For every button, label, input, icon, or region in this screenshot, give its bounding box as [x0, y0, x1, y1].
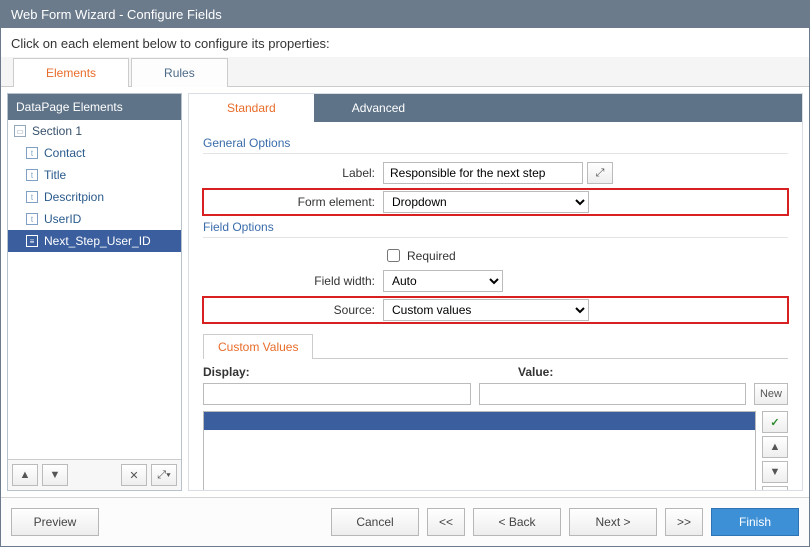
row-label: Label: ⤢: [203, 162, 788, 184]
insert-icon: ⤢▾: [157, 469, 170, 482]
custom-values-list[interactable]: [203, 411, 756, 490]
form-element-select[interactable]: Dropdown: [383, 191, 589, 213]
next-button[interactable]: Next >: [569, 508, 657, 536]
required-checkbox[interactable]: [387, 249, 400, 262]
check-icon: ✓: [770, 416, 779, 429]
tree-item-label: Contact: [44, 146, 85, 160]
last-page-button[interactable]: >>: [665, 508, 703, 536]
arrow-down-icon: ▼: [770, 466, 781, 478]
display-header: Display:: [203, 365, 458, 379]
section-icon: ▭: [14, 125, 26, 137]
tab-elements[interactable]: Elements: [13, 58, 129, 87]
inner-tab-advanced[interactable]: Advanced: [314, 94, 443, 122]
label-label: Label:: [203, 166, 383, 180]
tree-item-userid[interactable]: t UserID: [8, 208, 181, 230]
row-source: Source: Custom values: [203, 297, 788, 323]
value-header: Value:: [518, 365, 553, 379]
first-page-button[interactable]: <<: [427, 508, 465, 536]
field-icon: t: [26, 191, 38, 203]
field-icon: t: [26, 169, 38, 181]
sub-tabs: Custom Values: [203, 333, 788, 359]
field-width-label: Field width:: [203, 274, 383, 288]
tree-item-section-1[interactable]: ▭ Section 1: [8, 120, 181, 142]
right-panel: Standard Advanced General Options Label:…: [188, 93, 803, 491]
form-element-label: Form element:: [203, 195, 383, 209]
tab-rules[interactable]: Rules: [131, 58, 228, 87]
general-options-title: General Options: [203, 136, 788, 154]
label-picker-button[interactable]: ⤢: [587, 162, 613, 184]
top-tabs: Elements Rules: [1, 57, 809, 87]
row-required: Required: [203, 246, 788, 265]
tree-item-label: Section 1: [32, 124, 82, 138]
main-body: DataPage Elements ▭ Section 1 t Contact …: [1, 87, 809, 497]
elements-tree: ▭ Section 1 t Contact t Title t Descritp…: [8, 120, 181, 459]
label-input[interactable]: [383, 162, 583, 184]
move-up-button[interactable]: ▲: [12, 464, 38, 486]
cancel-button[interactable]: Cancel: [331, 508, 419, 536]
instruction-text: Click on each element below to configure…: [1, 28, 809, 58]
delete-button[interactable]: ✕: [121, 464, 147, 486]
tree-item-description[interactable]: t Descritpion: [8, 186, 181, 208]
left-panel-header: DataPage Elements: [8, 94, 181, 120]
move-item-down-button[interactable]: ▼: [762, 461, 788, 483]
tree-item-contact[interactable]: t Contact: [8, 142, 181, 164]
arrow-down-icon: ▼: [50, 469, 61, 481]
arrow-up-icon: ▲: [20, 469, 31, 481]
tree-item-label: UserID: [44, 212, 81, 226]
insert-button[interactable]: ⤢▾: [151, 464, 177, 486]
preview-button[interactable]: Preview: [11, 508, 99, 536]
tree-item-label: Title: [44, 168, 66, 182]
window-title: Web Form Wizard - Configure Fields: [1, 1, 809, 28]
delete-x-icon: ✕: [129, 469, 138, 482]
value-input[interactable]: [479, 383, 747, 405]
inner-tab-standard[interactable]: Standard: [189, 94, 314, 122]
row-form-element: Form element: Dropdown: [203, 189, 788, 215]
custom-values-inputs: New: [203, 383, 788, 405]
spacer: [72, 464, 117, 486]
tree-item-label: Descritpion: [44, 190, 104, 204]
required-label: Required: [407, 249, 456, 263]
tree-item-label: Next_Step_User_ID: [44, 234, 151, 248]
field-options-title: Field Options: [203, 220, 788, 238]
source-select[interactable]: Custom values: [383, 299, 589, 321]
list-row-selected[interactable]: [204, 412, 755, 430]
finish-button[interactable]: Finish: [711, 508, 799, 536]
left-panel-footer: ▲ ▼ ✕ ⤢▾: [8, 459, 181, 490]
source-label: Source:: [203, 303, 383, 317]
inner-tabs: Standard Advanced: [189, 94, 802, 122]
display-input[interactable]: [203, 383, 471, 405]
move-down-button[interactable]: ▼: [42, 464, 68, 486]
wizard-window: Web Form Wizard - Configure Fields Click…: [0, 0, 810, 547]
field-width-select[interactable]: Auto: [383, 270, 503, 292]
left-panel: DataPage Elements ▭ Section 1 t Contact …: [7, 93, 182, 491]
field-icon: t: [26, 213, 38, 225]
move-item-up-button[interactable]: ▲: [762, 436, 788, 458]
remove-item-button[interactable]: ✕: [762, 486, 788, 490]
confirm-button[interactable]: ✓: [762, 411, 788, 433]
custom-values-head: Display: Value:: [203, 365, 788, 379]
field-icon: t: [26, 147, 38, 159]
back-button[interactable]: < Back: [473, 508, 561, 536]
custom-values-side-buttons: ✓ ▲ ▼ ✕: [762, 411, 788, 490]
custom-values-area: Display: Value: New ✓ ▲: [203, 359, 788, 490]
row-field-width: Field width: Auto: [203, 270, 788, 292]
wizard-footer: Preview Cancel << < Back Next > >> Finis…: [1, 497, 809, 546]
picker-icon: ⤢: [596, 167, 605, 180]
field-icon: ≡: [26, 235, 38, 247]
arrow-up-icon: ▲: [770, 441, 781, 453]
tree-item-title[interactable]: t Title: [8, 164, 181, 186]
standard-panel: General Options Label: ⤢ Form element: D…: [189, 122, 802, 490]
sub-tab-custom-values[interactable]: Custom Values: [203, 334, 313, 359]
new-button[interactable]: New: [754, 383, 788, 405]
custom-values-list-wrap: ✓ ▲ ▼ ✕: [203, 411, 788, 490]
tree-item-next-step-user-id[interactable]: ≡ Next_Step_User_ID: [8, 230, 181, 252]
